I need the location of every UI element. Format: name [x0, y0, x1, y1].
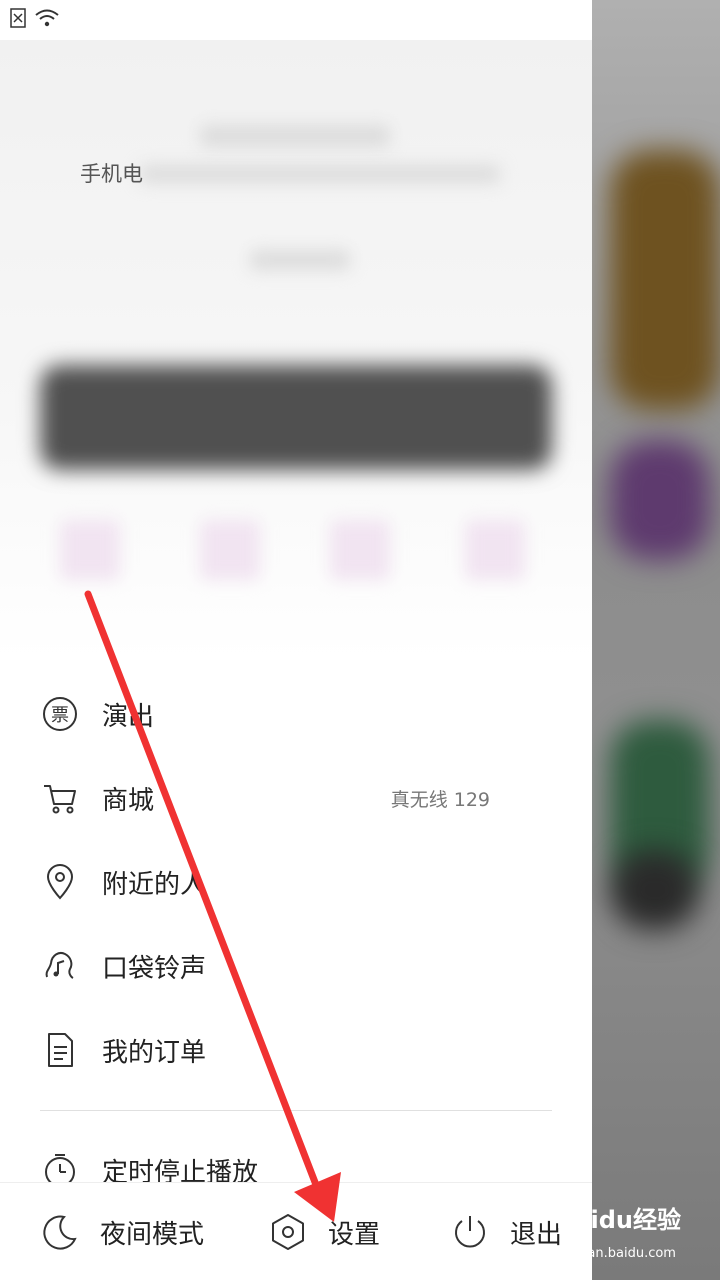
menu-item-nearby[interactable]: 附近的人	[40, 852, 560, 912]
ringtone-icon	[40, 946, 80, 986]
status-bar	[0, 0, 592, 40]
menu-item-label: 商城	[102, 785, 155, 816]
settings-hexagon-icon	[272, 1214, 304, 1250]
menu-item-orders[interactable]: 我的订单	[40, 1020, 560, 1080]
menu-item-label: 我的订单	[102, 1037, 207, 1068]
profile-header-blurred: 手机电	[0, 40, 592, 660]
menu-item-label: 口袋铃声	[102, 953, 207, 984]
location-pin-icon	[40, 862, 80, 902]
svg-text:票: 票	[51, 705, 69, 726]
settings-label: 设置	[328, 1219, 381, 1250]
blurred-tile	[610, 440, 710, 560]
cart-icon	[40, 778, 80, 818]
no-sim-icon	[10, 8, 26, 28]
menu-item-label: 附近的人	[102, 869, 207, 900]
watermark-url: jingyan.baidu.com	[556, 1246, 676, 1261]
watermark-logo: Baidu经验	[556, 1206, 681, 1234]
side-drawer: 手机电 票 演出 商城 真无线 129 附近的人 口袋铃声 我的订单 定时停止播…	[0, 0, 592, 1280]
settings-button[interactable]: 设置	[268, 1183, 380, 1280]
logout-label: 退出	[510, 1219, 563, 1250]
menu-item-label: 演出	[102, 701, 155, 732]
night-mode-label: 夜间模式	[100, 1219, 205, 1250]
ticket-icon: 票	[40, 694, 80, 734]
wifi-icon	[35, 9, 59, 27]
blurred-tile	[610, 150, 720, 410]
night-mode-button[interactable]: 夜间模式	[40, 1183, 204, 1280]
logout-button[interactable]: 退出	[450, 1183, 562, 1280]
vip-banner[interactable]	[40, 365, 552, 470]
power-icon	[455, 1216, 485, 1248]
moon-icon	[43, 1215, 77, 1250]
mall-promo-text: 真无线 129	[390, 788, 490, 811]
document-icon	[40, 1030, 80, 1070]
background-app-content[interactable]	[592, 0, 720, 1280]
menu-item-ringtones[interactable]: 口袋铃声	[40, 936, 560, 996]
menu-item-mall[interactable]: 商城 真无线 129	[40, 768, 560, 828]
drawer-bottom-bar: 夜间模式 设置 退出	[0, 1182, 592, 1280]
menu-item-shows[interactable]: 票 演出	[40, 684, 560, 744]
blurred-tile	[610, 850, 700, 930]
profile-subtitle: 手机电	[80, 162, 143, 186]
menu-divider	[40, 1110, 552, 1111]
